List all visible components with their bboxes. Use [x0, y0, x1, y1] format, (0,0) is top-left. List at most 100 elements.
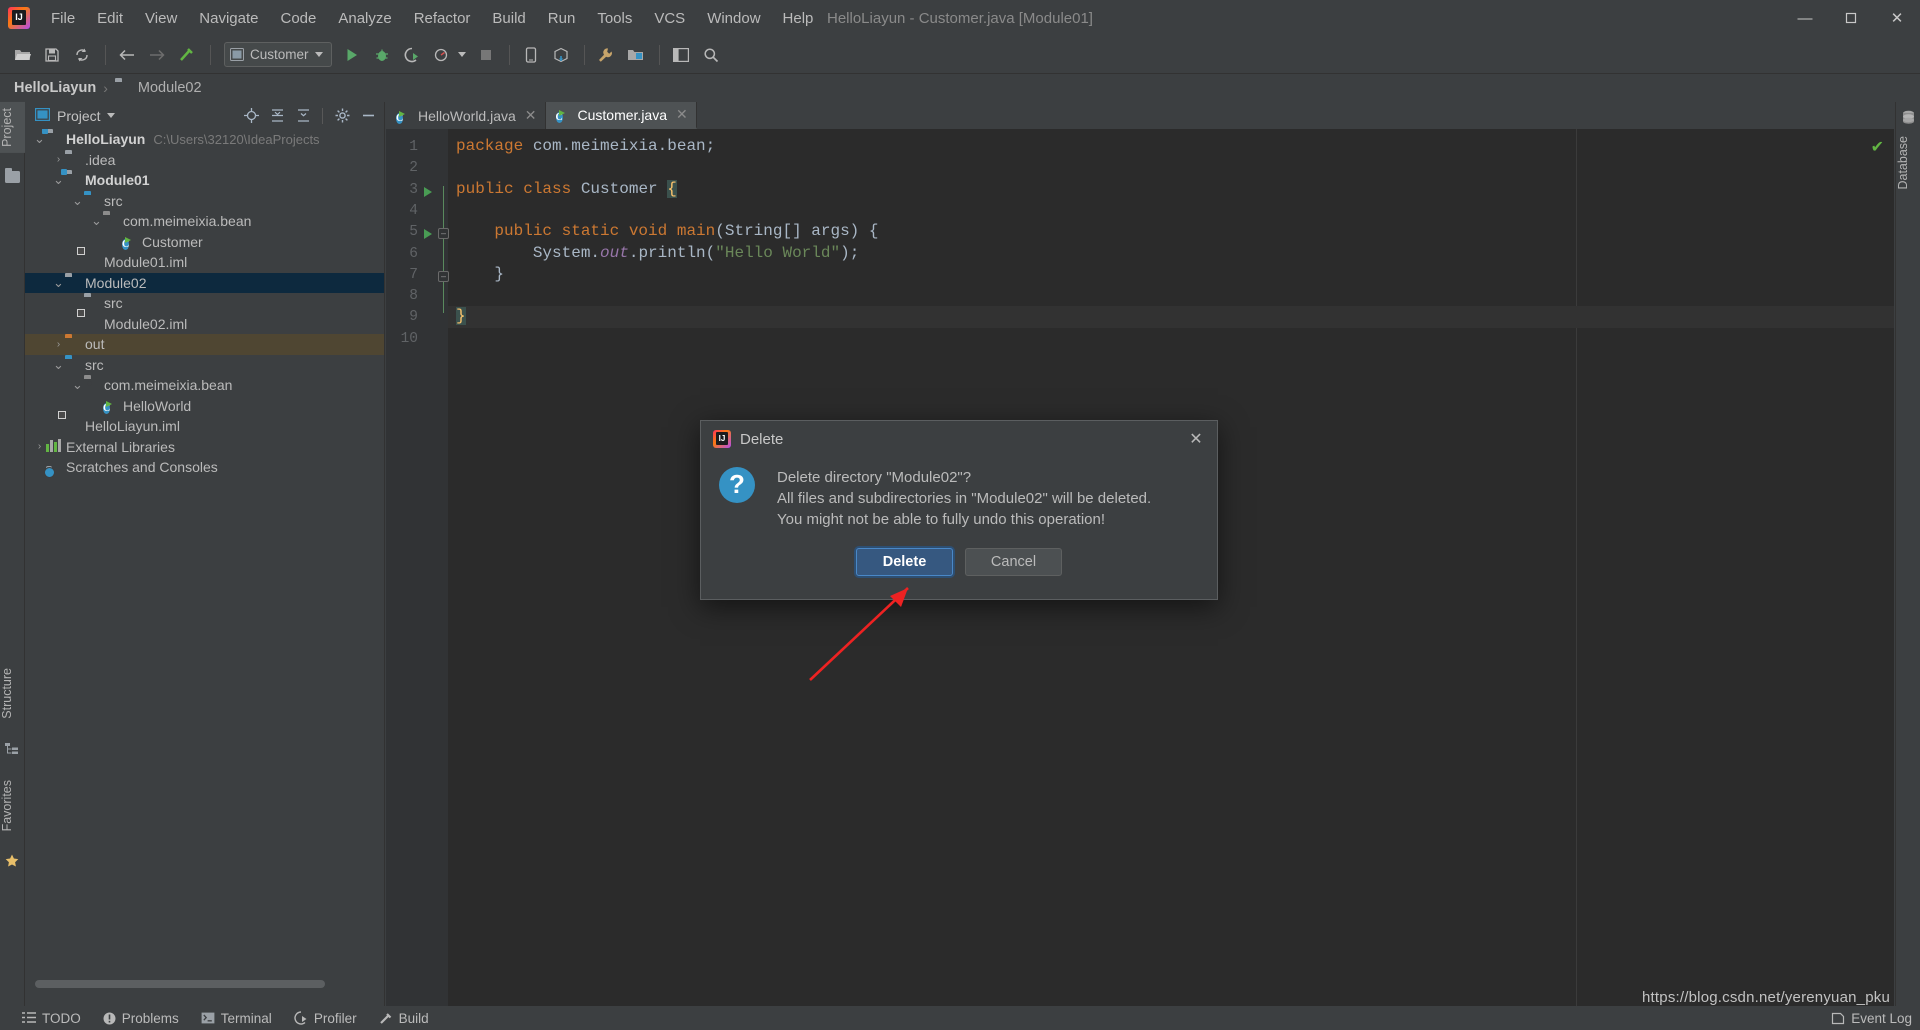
breadcrumb-node[interactable]: Module02: [138, 80, 202, 96]
tree-node-external-libraries[interactable]: › External Libraries: [25, 437, 384, 458]
sidebar-item-project[interactable]: Project: [0, 102, 25, 153]
menu-item-window[interactable]: Window: [696, 6, 771, 31]
chevron-expanded-icon[interactable]: ⌄: [71, 194, 84, 207]
sidebar-item-database[interactable]: Database: [1896, 130, 1920, 196]
delete-button[interactable]: Delete: [856, 548, 953, 576]
profile-icon[interactable]: [428, 42, 456, 68]
menu-item-refactor[interactable]: Refactor: [403, 6, 482, 31]
status-item-build[interactable]: Build: [379, 1011, 429, 1026]
chevron-expanded-icon[interactable]: ⌄: [33, 132, 46, 145]
tree-node-com-meimeixia-bean[interactable]: ⌄ com.meimeixia.bean: [25, 211, 384, 232]
code-line[interactable]: System.out.println("Hello World");: [456, 243, 859, 264]
save-icon[interactable]: [38, 42, 66, 68]
code-line[interactable]: public class Customer {: [456, 179, 677, 200]
hide-minus-icon[interactable]: [358, 106, 378, 126]
menu-item-edit[interactable]: Edit: [86, 6, 134, 31]
status-item-profiler[interactable]: Profiler: [294, 1011, 357, 1026]
chevron-expanded-icon[interactable]: ⌄: [90, 214, 103, 227]
menu-item-file[interactable]: File: [40, 6, 86, 31]
code-line[interactable]: package com.meimeixia.bean;: [456, 136, 715, 157]
editor-tab-customer-java[interactable]: C Customer.java ✕: [545, 102, 697, 129]
menu-item-help[interactable]: Help: [772, 6, 825, 31]
project-tree[interactable]: ⌄ HelloLiayun C:\Users\32120\IdeaProjects ›…: [25, 129, 384, 974]
code-line[interactable]: public static void main(String[] args) {: [456, 221, 878, 242]
close-tab-icon[interactable]: ✕: [525, 107, 537, 124]
menu-item-build[interactable]: Build: [481, 6, 536, 31]
settings-gear-icon[interactable]: [332, 106, 352, 126]
device-manager-icon[interactable]: [517, 42, 545, 68]
stop-icon[interactable]: [472, 42, 500, 68]
settings-wrench-icon[interactable]: [592, 42, 620, 68]
run-coverage-icon[interactable]: [398, 42, 426, 68]
sidebar-item-favorites[interactable]: Favorites: [0, 774, 25, 837]
search-icon[interactable]: [697, 42, 725, 68]
editor-gutter[interactable]: 1 2 3 4 5 6 7 8 9 10– –: [386, 129, 449, 1010]
run-configuration-selector[interactable]: Customer: [224, 42, 332, 67]
menu-item-view[interactable]: View: [134, 6, 188, 31]
maximize-button[interactable]: [1828, 0, 1874, 36]
chevron-collapsed-icon[interactable]: ›: [52, 154, 65, 165]
back-arrow-icon[interactable]: [113, 42, 141, 68]
code-line[interactable]: }: [456, 306, 466, 327]
tree-node-com-meimeixia-bean[interactable]: ⌄ com.meimeixia.bean: [25, 375, 384, 396]
layout-icon[interactable]: [667, 42, 695, 68]
sidebar-item-structure[interactable]: Structure: [0, 662, 25, 725]
tree-node-helloliayun-iml[interactable]: HelloLiayun.iml: [25, 416, 384, 437]
inspection-status-icon[interactable]: ✔: [1871, 137, 1884, 157]
sync-icon[interactable]: [68, 42, 96, 68]
tree-node-module01[interactable]: ⌄ Module01: [25, 170, 384, 191]
build-hammer-icon[interactable]: [173, 42, 201, 68]
tree-node-helloworld[interactable]: C HelloWorld: [25, 396, 384, 417]
project-structure-icon[interactable]: [622, 42, 650, 68]
menu-item-tools[interactable]: Tools: [586, 6, 643, 31]
chevron-collapsed-icon[interactable]: ›: [52, 339, 65, 350]
expand-all-icon[interactable]: [267, 106, 287, 126]
chevron-expanded-icon[interactable]: ⌄: [71, 378, 84, 391]
tree-node-src[interactable]: ⌄ src: [25, 355, 384, 376]
forward-arrow-icon[interactable]: [143, 42, 171, 68]
chevron-expanded-icon[interactable]: ⌄: [52, 358, 65, 371]
tree-node--idea[interactable]: › .idea: [25, 150, 384, 171]
code-token: out: [600, 243, 629, 262]
menu-item-vcs[interactable]: VCS: [643, 6, 696, 31]
breadcrumb-root[interactable]: HelloLiayun: [14, 80, 96, 96]
collapse-all-icon[interactable]: [293, 106, 313, 126]
minimize-button[interactable]: —: [1782, 0, 1828, 36]
menu-item-code[interactable]: Code: [269, 6, 327, 31]
close-icon[interactable]: ✕: [1183, 426, 1209, 452]
cancel-button[interactable]: Cancel: [965, 548, 1062, 576]
editor-tab-helloworld-java[interactable]: C HelloWorld.java ✕: [386, 102, 546, 129]
status-item-terminal[interactable]: Terminal: [201, 1011, 272, 1026]
menu-item-navigate[interactable]: Navigate: [188, 6, 269, 31]
profile-dropdown-icon[interactable]: [457, 52, 466, 57]
menu-item-run[interactable]: Run: [537, 6, 587, 31]
run-gutter-icon[interactable]: [424, 186, 432, 197]
run-icon[interactable]: [338, 42, 366, 68]
chevron-down-icon[interactable]: [106, 113, 115, 118]
open-folder-icon[interactable]: [8, 42, 36, 68]
chevron-expanded-icon[interactable]: ⌄: [52, 173, 65, 186]
run-gutter-icon[interactable]: [424, 229, 432, 240]
tree-node-module02-iml[interactable]: Module02.iml: [25, 314, 384, 335]
debug-icon[interactable]: [368, 42, 396, 68]
status-item-todo[interactable]: TODO: [22, 1011, 81, 1026]
project-tree-hscrollbar[interactable]: [25, 980, 384, 990]
close-button[interactable]: ✕: [1874, 0, 1920, 36]
tree-node-module01-iml[interactable]: Module01.iml: [25, 252, 384, 273]
status-item-problems[interactable]: Problems: [103, 1011, 179, 1026]
chevron-expanded-icon[interactable]: ⌄: [52, 276, 65, 289]
tree-node-src[interactable]: ⌄ src: [25, 191, 384, 212]
tree-node-helloliayun[interactable]: ⌄ HelloLiayun C:\Users\32120\IdeaProjects: [25, 129, 384, 150]
tree-node-label: src: [85, 356, 104, 373]
locate-target-icon[interactable]: [241, 106, 261, 126]
scrollbar-thumb[interactable]: [35, 980, 325, 988]
menu-item-analyze[interactable]: Analyze: [327, 6, 402, 31]
code-line[interactable]: }: [456, 264, 504, 285]
close-tab-icon[interactable]: ✕: [676, 106, 688, 123]
tree-node-scratches-and-consoles[interactable]: > Scratches and Consoles: [25, 457, 384, 478]
tree-node-module02[interactable]: ⌄ Module02: [25, 272, 384, 293]
sdk-manager-icon[interactable]: [547, 42, 575, 68]
chevron-collapsed-icon[interactable]: ›: [33, 441, 46, 452]
event-log-label[interactable]: Event Log: [1851, 1011, 1912, 1026]
tree-node-out[interactable]: › out: [25, 334, 384, 355]
